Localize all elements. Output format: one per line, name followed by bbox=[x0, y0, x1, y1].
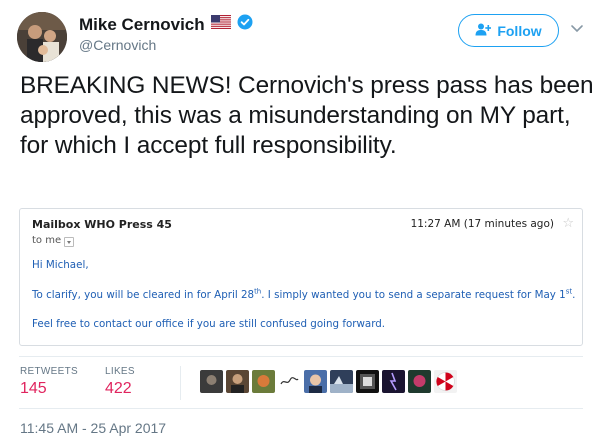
user-handle[interactable]: @Cernovich bbox=[79, 37, 156, 53]
liker-avatars bbox=[200, 370, 457, 393]
dropdown-arrow-icon bbox=[64, 236, 75, 247]
liker-10-avatar[interactable] bbox=[434, 370, 457, 393]
email-greeting: Hi Michael, bbox=[32, 259, 89, 271]
liker-1-avatar[interactable] bbox=[200, 370, 223, 393]
divider-top bbox=[19, 356, 583, 357]
chevron-down-icon[interactable] bbox=[569, 22, 585, 34]
stats-separator bbox=[180, 366, 181, 400]
email-sender: Mailbox WHO Press 45 bbox=[32, 218, 172, 231]
divider-bottom bbox=[19, 408, 583, 409]
star-icon: ☆ bbox=[562, 216, 574, 231]
retweets-count[interactable]: 145 bbox=[20, 380, 47, 398]
follow-label: Follow bbox=[497, 22, 542, 39]
liker-9-avatar[interactable] bbox=[408, 370, 431, 393]
tweet-text: BREAKING NEWS! Cernovich's press pass ha… bbox=[20, 72, 594, 159]
liker-2-avatar[interactable] bbox=[226, 370, 249, 393]
likes-count[interactable]: 422 bbox=[105, 380, 132, 398]
email-recipient: to me bbox=[32, 235, 62, 246]
liker-4-avatar[interactable] bbox=[278, 370, 301, 393]
display-name[interactable]: Mike Cernovich bbox=[79, 15, 205, 35]
retweets-label: RETWEETS bbox=[20, 366, 78, 377]
email-body-line-1: To clarify, you will be cleared in for A… bbox=[32, 287, 576, 301]
email-recipient-row: to me bbox=[32, 235, 75, 247]
follow-button[interactable]: Follow bbox=[458, 14, 559, 47]
liker-8-avatar[interactable] bbox=[382, 370, 405, 393]
email-screenshot[interactable]: Mailbox WHO Press 45 11:27 AM (17 minute… bbox=[19, 208, 583, 346]
follow-person-plus-icon bbox=[475, 23, 492, 39]
email-time: 11:27 AM (17 minutes ago) bbox=[410, 218, 554, 230]
email-body-line-2: Feel free to contact our office if you a… bbox=[32, 318, 386, 330]
liker-3-avatar[interactable] bbox=[252, 370, 275, 393]
liker-6-avatar[interactable] bbox=[330, 370, 353, 393]
liker-7-avatar[interactable] bbox=[356, 370, 379, 393]
likes-label: LIKES bbox=[105, 366, 135, 377]
us-flag-icon bbox=[210, 15, 231, 34]
liker-5-avatar[interactable] bbox=[304, 370, 327, 393]
tweet-timestamp[interactable]: 11:45 AM - 25 Apr 2017 bbox=[20, 420, 166, 436]
profile-avatar[interactable] bbox=[17, 12, 67, 62]
verified-badge-icon bbox=[237, 14, 253, 35]
